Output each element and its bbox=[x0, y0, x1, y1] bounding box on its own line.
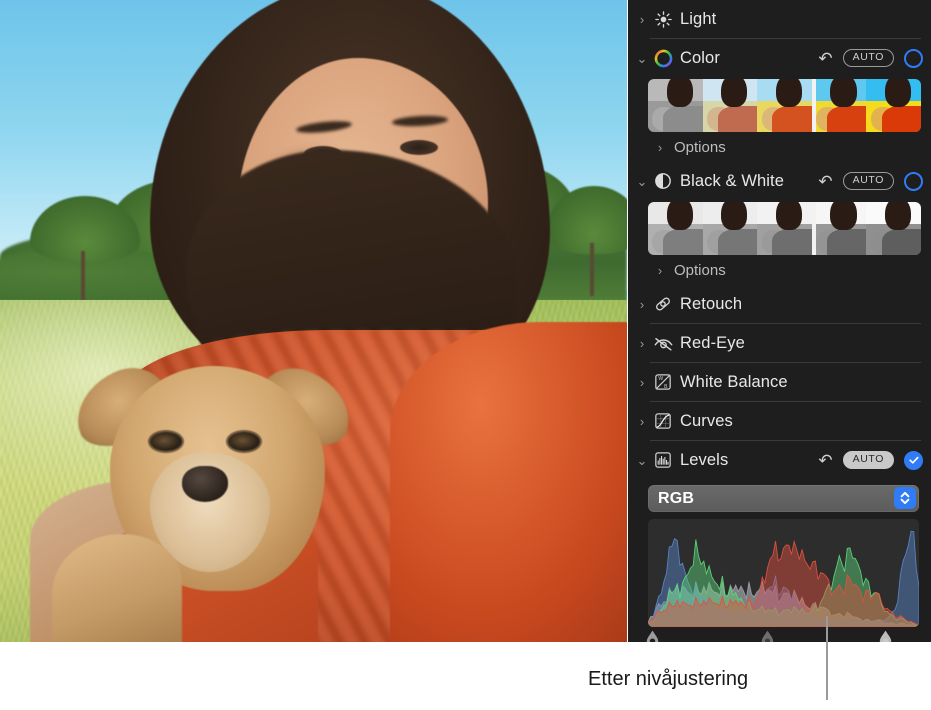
adjustments-panel: › Light ⌄ Color ↶ AUTO › Options ⌄ Black… bbox=[628, 0, 931, 642]
shoulder bbox=[390, 322, 627, 642]
reset-bw-button[interactable]: ↶ bbox=[818, 173, 832, 190]
section-row-retouch[interactable]: › Retouch bbox=[628, 285, 931, 323]
eye-right bbox=[400, 140, 438, 155]
curves-icon bbox=[650, 411, 676, 431]
levels-histogram[interactable] bbox=[648, 519, 919, 627]
section-row-white-balance[interactable]: › W B White Balance bbox=[628, 363, 931, 401]
levels-enable-toggle[interactable] bbox=[904, 450, 923, 470]
color-enable-toggle[interactable] bbox=[904, 48, 923, 68]
levels-slider-track[interactable] bbox=[646, 627, 919, 642]
bw-enable-toggle[interactable] bbox=[904, 171, 923, 191]
photo-preview[interactable] bbox=[0, 0, 627, 642]
chevron-right-icon[interactable]: › bbox=[634, 13, 650, 26]
reset-color-button[interactable]: ↶ bbox=[818, 50, 832, 67]
dog-eye-right bbox=[228, 432, 260, 451]
section-label-color: Color bbox=[680, 48, 720, 67]
section-label-light: Light bbox=[680, 9, 717, 28]
variation-selection-indicator bbox=[811, 202, 816, 255]
section-row-curves[interactable]: › Curves bbox=[628, 402, 931, 440]
chevron-down-icon[interactable]: ⌄ bbox=[634, 52, 650, 65]
pine-tree-2 bbox=[30, 196, 140, 302]
caption-leader-line bbox=[826, 616, 828, 700]
chevron-up-down-icon[interactable] bbox=[894, 487, 916, 509]
auto-levels-button[interactable]: AUTO bbox=[842, 450, 894, 470]
black-point-slider[interactable] bbox=[646, 630, 659, 642]
sun-icon bbox=[650, 10, 676, 29]
section-label-red-eye: Red-Eye bbox=[680, 333, 745, 352]
color-variations-strip[interactable] bbox=[648, 79, 921, 132]
chevron-down-icon[interactable]: ⌄ bbox=[634, 454, 650, 467]
dog-eye-left bbox=[150, 432, 182, 451]
histogram-plot bbox=[648, 519, 919, 627]
auto-color-button[interactable]: AUTO bbox=[842, 48, 894, 68]
half-circle-icon bbox=[650, 171, 676, 191]
variation-selection-indicator bbox=[811, 79, 816, 132]
dog-nose bbox=[182, 466, 228, 502]
section-row-levels[interactable]: ⌄ Levels ↶ AUTO bbox=[628, 441, 931, 479]
pine-tree-4 bbox=[546, 186, 627, 296]
color-options-row[interactable]: › Options bbox=[628, 132, 931, 162]
variation-thumbnail[interactable] bbox=[702, 79, 758, 132]
check-icon bbox=[908, 456, 919, 464]
white-balance-icon: W B bbox=[650, 372, 676, 392]
color-options-label: Options bbox=[674, 138, 726, 156]
variation-thumbnail[interactable] bbox=[811, 79, 867, 132]
section-label-white-balance: White Balance bbox=[680, 372, 788, 391]
section-label-levels: Levels bbox=[680, 450, 729, 469]
chevron-right-icon[interactable]: › bbox=[634, 376, 650, 389]
reset-levels-button[interactable]: ↶ bbox=[818, 452, 832, 469]
bandage-icon bbox=[650, 294, 676, 314]
variation-thumbnail[interactable] bbox=[757, 202, 812, 255]
midtone-slider[interactable] bbox=[761, 630, 774, 642]
variation-thumbnail[interactable] bbox=[757, 79, 812, 132]
variation-thumbnail[interactable] bbox=[866, 79, 921, 132]
section-row-red-eye[interactable]: › Red-Eye bbox=[628, 324, 931, 362]
variation-thumbnail[interactable] bbox=[702, 202, 758, 255]
levels-icon bbox=[650, 450, 676, 470]
variation-thumbnail[interactable] bbox=[811, 202, 867, 255]
bw-variations-strip[interactable] bbox=[648, 202, 921, 255]
section-label-curves: Curves bbox=[680, 411, 733, 430]
svg-text:W: W bbox=[658, 376, 663, 382]
bw-options-label: Options bbox=[674, 261, 726, 279]
chevron-right-icon[interactable]: › bbox=[652, 263, 668, 278]
chevron-right-icon[interactable]: › bbox=[634, 298, 650, 311]
eye-slash-icon bbox=[650, 333, 676, 354]
color-wheel-icon bbox=[650, 48, 676, 69]
section-label-black-and-white: Black & White bbox=[680, 171, 784, 190]
auto-bw-button[interactable]: AUTO bbox=[842, 171, 894, 191]
variation-thumbnail[interactable] bbox=[648, 79, 703, 132]
section-label-retouch: Retouch bbox=[680, 294, 743, 313]
chevron-right-icon[interactable]: › bbox=[634, 337, 650, 350]
levels-channel-value: RGB bbox=[658, 489, 695, 507]
caption-text: Etter nivåjustering bbox=[588, 668, 749, 690]
chevron-right-icon[interactable]: › bbox=[634, 415, 650, 428]
bw-options-row[interactable]: › Options bbox=[628, 255, 931, 285]
section-row-light[interactable]: › Light bbox=[628, 0, 931, 38]
chevron-down-icon[interactable]: ⌄ bbox=[634, 175, 650, 188]
variation-thumbnail[interactable] bbox=[866, 202, 921, 255]
section-row-black-and-white[interactable]: ⌄ Black & White ↶ AUTO bbox=[628, 162, 931, 200]
section-row-color[interactable]: ⌄ Color ↶ AUTO bbox=[628, 39, 931, 77]
white-point-slider[interactable] bbox=[879, 630, 892, 642]
variation-thumbnail[interactable] bbox=[648, 202, 703, 255]
chevron-right-icon[interactable]: › bbox=[652, 140, 668, 155]
levels-histogram-wrap bbox=[646, 519, 919, 642]
levels-channel-popup[interactable]: RGB bbox=[648, 485, 919, 512]
